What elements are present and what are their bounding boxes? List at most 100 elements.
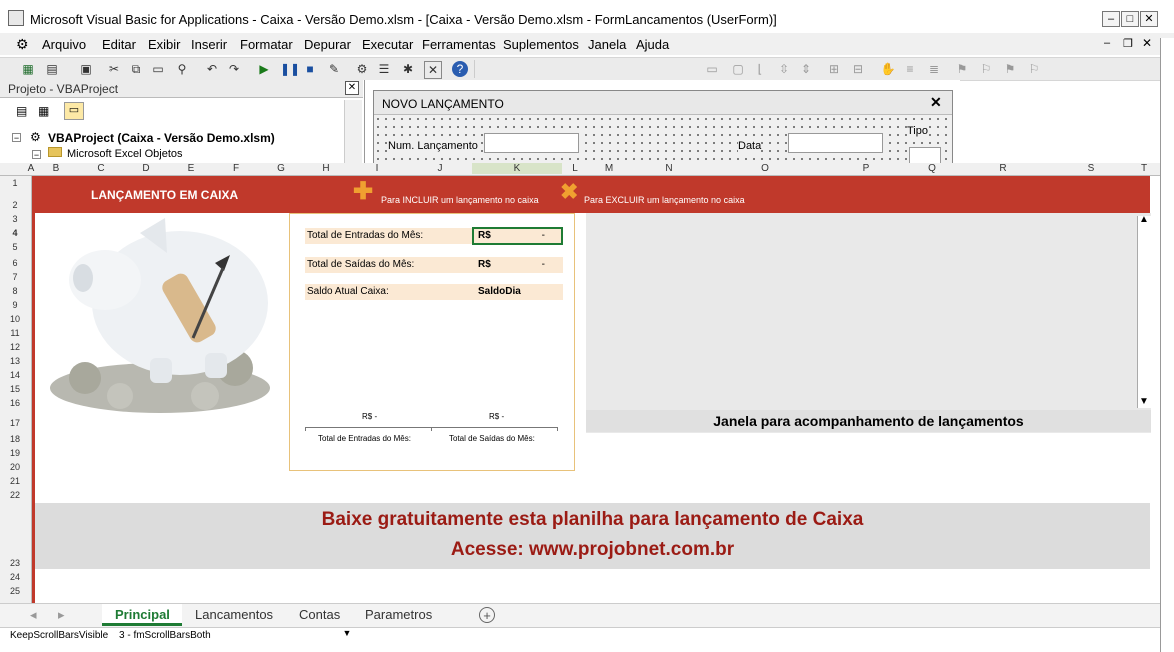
col-header[interactable]: S: [1083, 163, 1099, 174]
col-header[interactable]: M: [600, 163, 618, 174]
undo-icon[interactable]: ↶: [204, 61, 220, 77]
tab-contas[interactable]: Contas: [299, 607, 340, 622]
copy-icon[interactable]: ⧉: [128, 61, 144, 77]
project-explorer-icon[interactable]: ⚙: [354, 61, 370, 77]
break-icon[interactable]: ❚❚: [280, 61, 300, 77]
data-input[interactable]: [788, 133, 883, 153]
row-header[interactable]: 12: [0, 342, 30, 352]
col-header[interactable]: A: [24, 163, 38, 174]
tree-child-expander[interactable]: −: [32, 150, 41, 160]
col-header[interactable]: C: [93, 163, 109, 174]
row-header[interactable]: 18: [0, 434, 30, 444]
child-minimize-button[interactable]: –: [1104, 37, 1110, 49]
menu-executar[interactable]: Executar: [362, 37, 413, 52]
outdent-icon[interactable]: ≣: [926, 61, 942, 77]
include-button-label[interactable]: Para INCLUIR um lançamento no caixa: [381, 195, 539, 205]
menu-depurar[interactable]: Depurar: [304, 37, 351, 52]
design-mode-icon[interactable]: ✎: [326, 61, 342, 77]
summary-value[interactable]: R$: [478, 259, 491, 270]
scroll-down-icon[interactable]: ▼: [1139, 396, 1149, 407]
excel-view-icon[interactable]: ▦: [20, 61, 36, 77]
maximize-button[interactable]: □: [1121, 11, 1139, 27]
tree-root-label[interactable]: VBAProject (Caixa - Versão Demo.xlsm): [48, 131, 275, 145]
col-header[interactable]: G: [273, 163, 289, 174]
menu-arquivo[interactable]: Arquivo: [42, 37, 86, 52]
send-back-icon[interactable]: ⇕: [798, 61, 814, 77]
col-header[interactable]: T: [1136, 163, 1152, 174]
save-icon[interactable]: ▣: [78, 61, 94, 77]
row-header[interactable]: 11: [0, 328, 30, 338]
property-name[interactable]: KeepScrollBarsVisible: [10, 630, 108, 641]
project-close-icon[interactable]: ✕: [345, 81, 359, 95]
next-bookmark-icon[interactable]: ⚐: [978, 61, 994, 77]
row-header[interactable]: 10: [0, 314, 30, 324]
userform[interactable]: NOVO LANÇAMENTO ✕ Num. Lançamento Data T…: [373, 90, 953, 165]
scroll-up-icon[interactable]: ▲: [1139, 214, 1149, 225]
prev-sheet-icon[interactable]: ◂: [30, 607, 37, 623]
run-icon[interactable]: ▶: [256, 61, 272, 77]
menu-ajuda[interactable]: Ajuda: [636, 37, 669, 52]
row-header[interactable]: 7: [0, 272, 30, 282]
property-value[interactable]: 3 - fmScrollBarsBoth: [119, 630, 211, 641]
add-sheet-icon[interactable]: +: [479, 607, 495, 623]
menu-suplementos[interactable]: Suplementos: [503, 37, 579, 52]
tab-principal[interactable]: Principal: [115, 607, 170, 622]
row-header[interactable]: 20: [0, 462, 30, 472]
col-header[interactable]: I: [372, 163, 382, 174]
row-header[interactable]: 19: [0, 448, 30, 458]
tab-parametros[interactable]: Parametros: [365, 607, 432, 622]
col-header[interactable]: O: [757, 163, 773, 174]
ungroup-icon[interactable]: ⌊: [752, 61, 768, 77]
summary-value[interactable]: R$: [478, 230, 491, 241]
row-header[interactable]: 15: [0, 384, 30, 394]
row-header[interactable]: 3: [0, 214, 30, 224]
col-header[interactable]: E: [183, 163, 199, 174]
tab-lancamentos[interactable]: Lancamentos: [195, 607, 273, 622]
x-icon[interactable]: ✖: [560, 180, 578, 204]
row-header[interactable]: 6: [0, 258, 30, 268]
toolbox-icon[interactable]: ✕: [424, 61, 442, 79]
close-button[interactable]: ✕: [1140, 11, 1158, 27]
menu-ferramentas[interactable]: Ferramentas: [422, 37, 496, 52]
object-browser-icon[interactable]: ✱: [400, 61, 416, 77]
col-header-selected[interactable]: K: [472, 163, 562, 174]
group-icon[interactable]: ▢: [730, 61, 746, 77]
col-header[interactable]: L: [568, 163, 582, 174]
col-header[interactable]: D: [138, 163, 154, 174]
row-header[interactable]: 21: [0, 476, 30, 486]
align-icon[interactable]: ▭: [704, 61, 720, 77]
bookmark-icon[interactable]: ⚑: [954, 61, 970, 77]
promo-line-2[interactable]: Acesse: www.projobnet.com.br: [35, 539, 1150, 561]
tree-expander[interactable]: −: [12, 133, 21, 143]
col-header[interactable]: F: [228, 163, 244, 174]
row-header[interactable]: 1: [0, 178, 30, 188]
cut-icon[interactable]: ✂: [106, 61, 122, 77]
tree-child-label[interactable]: Microsoft Excel Objetos: [67, 148, 183, 160]
menu-formatar[interactable]: Formatar: [240, 37, 293, 52]
properties-icon[interactable]: ☰: [376, 61, 392, 77]
insert-userform-icon[interactable]: ▤: [44, 61, 60, 77]
num-lancamento-input[interactable]: [484, 133, 579, 153]
row-header[interactable]: 23: [0, 558, 30, 568]
help-icon[interactable]: ?: [452, 61, 468, 77]
menu-inserir[interactable]: Inserir: [191, 37, 227, 52]
tracker-scrollbar[interactable]: ▲ ▼: [1137, 214, 1151, 408]
plus-icon[interactable]: ✚: [353, 180, 373, 204]
row-header-selected[interactable]: 4: [0, 228, 30, 238]
view-code-icon[interactable]: ▤: [16, 104, 27, 118]
col-header[interactable]: R: [995, 163, 1011, 174]
vba-menu-icon[interactable]: ⚙: [16, 36, 29, 53]
clear-bookmarks-icon[interactable]: ⚐: [1026, 61, 1042, 77]
col-header[interactable]: P: [858, 163, 874, 174]
userform-close-icon[interactable]: ✕: [930, 94, 942, 111]
row-header[interactable]: 17: [0, 418, 30, 428]
project-scrollbar[interactable]: [344, 100, 362, 164]
center-icon[interactable]: ⊞: [826, 61, 842, 77]
summary-value[interactable]: SaldoDia: [478, 286, 521, 297]
tracker-window[interactable]: [586, 213, 1151, 433]
col-header[interactable]: H: [318, 163, 334, 174]
child-close-button[interactable]: ✕: [1142, 36, 1152, 50]
row-header[interactable]: 2: [0, 200, 30, 210]
menu-editar[interactable]: Editar: [102, 37, 136, 52]
view-object-icon[interactable]: ▦: [38, 104, 49, 118]
